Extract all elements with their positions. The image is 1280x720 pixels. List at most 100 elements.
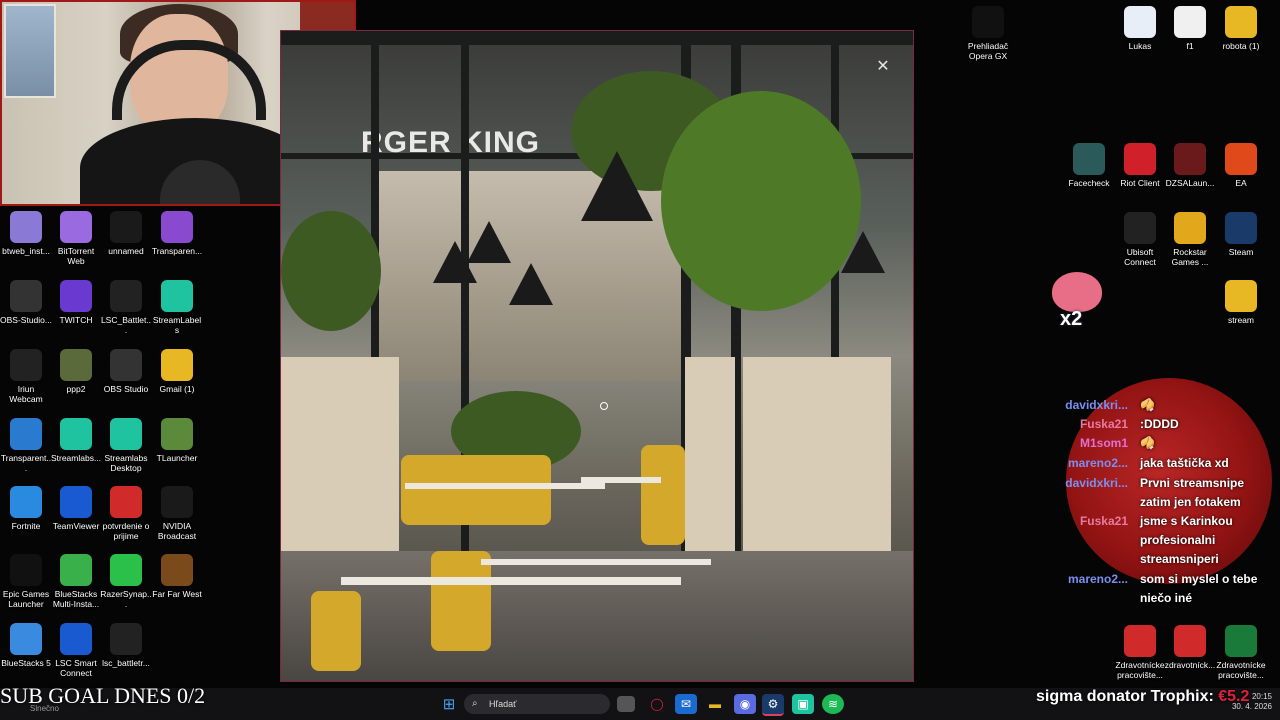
chat-text: Prvni streamsnipe zatim jen fotakem [1140,476,1245,509]
desktop-icon-item[interactable]: Streamlabs Desktop [100,418,152,473]
battlenet-icon [110,280,142,312]
desktop-icon-item[interactable]: BlueStacks 5 [0,623,52,668]
streamlabs-taskbar-icon[interactable]: ▣ [792,694,814,714]
battlenet-icon [110,623,142,655]
minecraft-icon [161,418,193,450]
desktop-icon-item[interactable]: BitTorrent Web [50,211,102,266]
taskbar-clock[interactable]: 20:15 30. 4. 2026 [1222,692,1272,712]
desktop-icon-label: Streamlabs Desktop [104,453,148,473]
desktop-icon-item[interactable]: Facecheck [1063,143,1115,188]
pdf-icon [1174,625,1206,657]
twitch-icon [60,280,92,312]
desktop-icon-label: Streamlabs... [50,453,102,463]
desktop-icon-item[interactable]: DZSALaun... [1164,143,1216,188]
desktop-icon-item[interactable]: Rockstar Games ... [1164,212,1216,267]
desktop-icon-item[interactable]: btweb_inst... [0,211,52,256]
excel-icon [1225,625,1257,657]
ubisoft-icon [1124,212,1156,244]
desktop-icon-item[interactable]: Fortnite [0,486,52,531]
desktop-icon-item[interactable]: Transparent... [0,418,52,473]
desktop-icon-label: TWITCH [59,315,93,325]
chat-text: 🥠 [1140,436,1155,450]
desktop-icon-item[interactable]: Transparen... [151,211,203,256]
mail-icon[interactable]: ✉ [675,694,697,714]
desktop-icon-item[interactable]: Far Far West [151,554,203,599]
desktop-icon-item[interactable]: f1 [1164,6,1216,51]
desktop-icon-item[interactable]: unnamed [100,211,152,256]
desktop-icon-item[interactable]: Zdravotnícke pracovište... [1215,625,1267,680]
desktop-icon-item[interactable]: LSC Smart Connect [50,623,102,678]
desktop-icon-label: Steam [1228,247,1254,257]
desktop-icon-item[interactable]: ppp2 [50,349,102,394]
desktop-icon-item[interactable]: Lukas [1114,6,1166,51]
desktop-icon-label: RazerSynap... [100,589,152,609]
steam-taskbar-icon[interactable]: ⚙ [762,694,784,716]
chat-text: jaka taštička xd [1140,456,1229,470]
desktop-icon-label: TLauncher [156,453,198,463]
teamviewer-icon [60,486,92,518]
desktop-icon-item[interactable]: Steam [1215,212,1267,257]
donator-overlay: sigma donator Trophix: €5.2 [1036,688,1249,706]
ea-icon [1225,143,1257,175]
desktop-icon-item[interactable]: Ubisoft Connect [1114,212,1166,267]
desktop-icon-item[interactable]: TLauncher [151,418,203,463]
document-icon [1174,6,1206,38]
desktop-icon-item[interactable]: stream [1215,280,1267,325]
desktop-icon-item[interactable]: Gmail (1) [151,349,203,394]
desktop-icon-item[interactable]: LSC_Battlet... [100,280,152,335]
desktop-icon-item[interactable]: TWITCH [50,280,102,325]
image-viewer-window[interactable]: RGER KING [280,30,914,682]
desktop-icon-item[interactable]: Iriun Webcam [0,349,52,404]
desktop-icon-item[interactable]: Prehliadač Opera GX [962,6,1014,61]
desktop-icon-label: btweb_inst... [2,246,50,256]
mascot-sticker: x2 [1048,270,1104,332]
discord-icon[interactable]: ◉ [734,694,756,714]
taskbar-search[interactable]: ⌕ Hľadať [464,694,610,714]
webcam-icon [10,349,42,381]
desktop-icon-item[interactable]: NVIDIA Broadcast [151,486,203,541]
spotify-icon[interactable]: ≋ [822,694,844,714]
desktop-icon-item[interactable]: Streamlabs... [50,418,102,463]
opera-gx-taskbar-icon[interactable]: ◯ [646,694,668,714]
file-explorer-icon[interactable]: ▬ [704,694,726,714]
windows-start-icon[interactable]: ⊞ [438,694,460,714]
desktop-icon-item[interactable]: OBS-Studio... [0,280,52,325]
desktop-icon-item[interactable]: StreamLabels [151,280,203,335]
pdf-icon [1124,625,1156,657]
desktop-icon-item[interactable]: robota (1) [1215,6,1267,51]
bittorrent-web-icon [10,211,42,243]
riot-icon [1124,143,1156,175]
chat-username: davidxkri... [1065,398,1128,412]
chat-username: Fuska21 [1079,514,1128,528]
opera-gx-icon [972,6,1004,38]
desktop-icon-item[interactable]: RazerSynap... [100,554,152,609]
desktop-icon-label: stream [1228,315,1254,325]
game-icon [161,554,193,586]
desktop-icon-label: Transparen... [151,246,203,256]
chat-username: M1som1 [1079,436,1128,450]
task-view-icon[interactable] [617,696,635,712]
desktop-icon-item[interactable]: zdravotníck... [1164,625,1216,670]
desktop-icon-item[interactable]: potvrdenie o prijime [100,486,152,541]
photo-restaurant: RGER KING [281,31,913,681]
folder-icon [1225,6,1257,38]
desktop-icon-item[interactable]: EA [1215,143,1267,188]
desktop-icon-item[interactable]: OBS Studio [100,349,152,394]
desktop-icon-item[interactable]: BlueStacks Multi-Insta... [50,554,102,609]
close-icon[interactable]: ✕ [870,56,896,78]
desktop-icon-label: Zdravotnícke pracovište... [1216,660,1266,680]
desktop-icon-label: f1 [1186,41,1194,51]
desktop-icon-item[interactable]: Zdravotnícke pracovište... [1114,625,1166,680]
desktop-icon-label: StreamLabels [152,315,202,335]
desktop-icon-label: Facecheck [1068,178,1110,188]
desktop-icon-label: BlueStacks Multi-Insta... [52,589,100,609]
chat-username: Fuska21 [1079,417,1128,431]
desktop-icon-item[interactable]: Riot Client [1114,143,1166,188]
obs-icon [110,349,142,381]
desktop-icon-label: Epic Games Launcher [2,589,50,609]
desktop-icon-item[interactable]: Epic Games Launcher [0,554,52,609]
desktop-icon-item[interactable]: lsc_battletr... [100,623,152,668]
desktop-icon-item[interactable]: TeamViewer [50,486,102,531]
obs-icon [10,280,42,312]
desktop-icon-label: LSC Smart Connect [55,658,97,678]
